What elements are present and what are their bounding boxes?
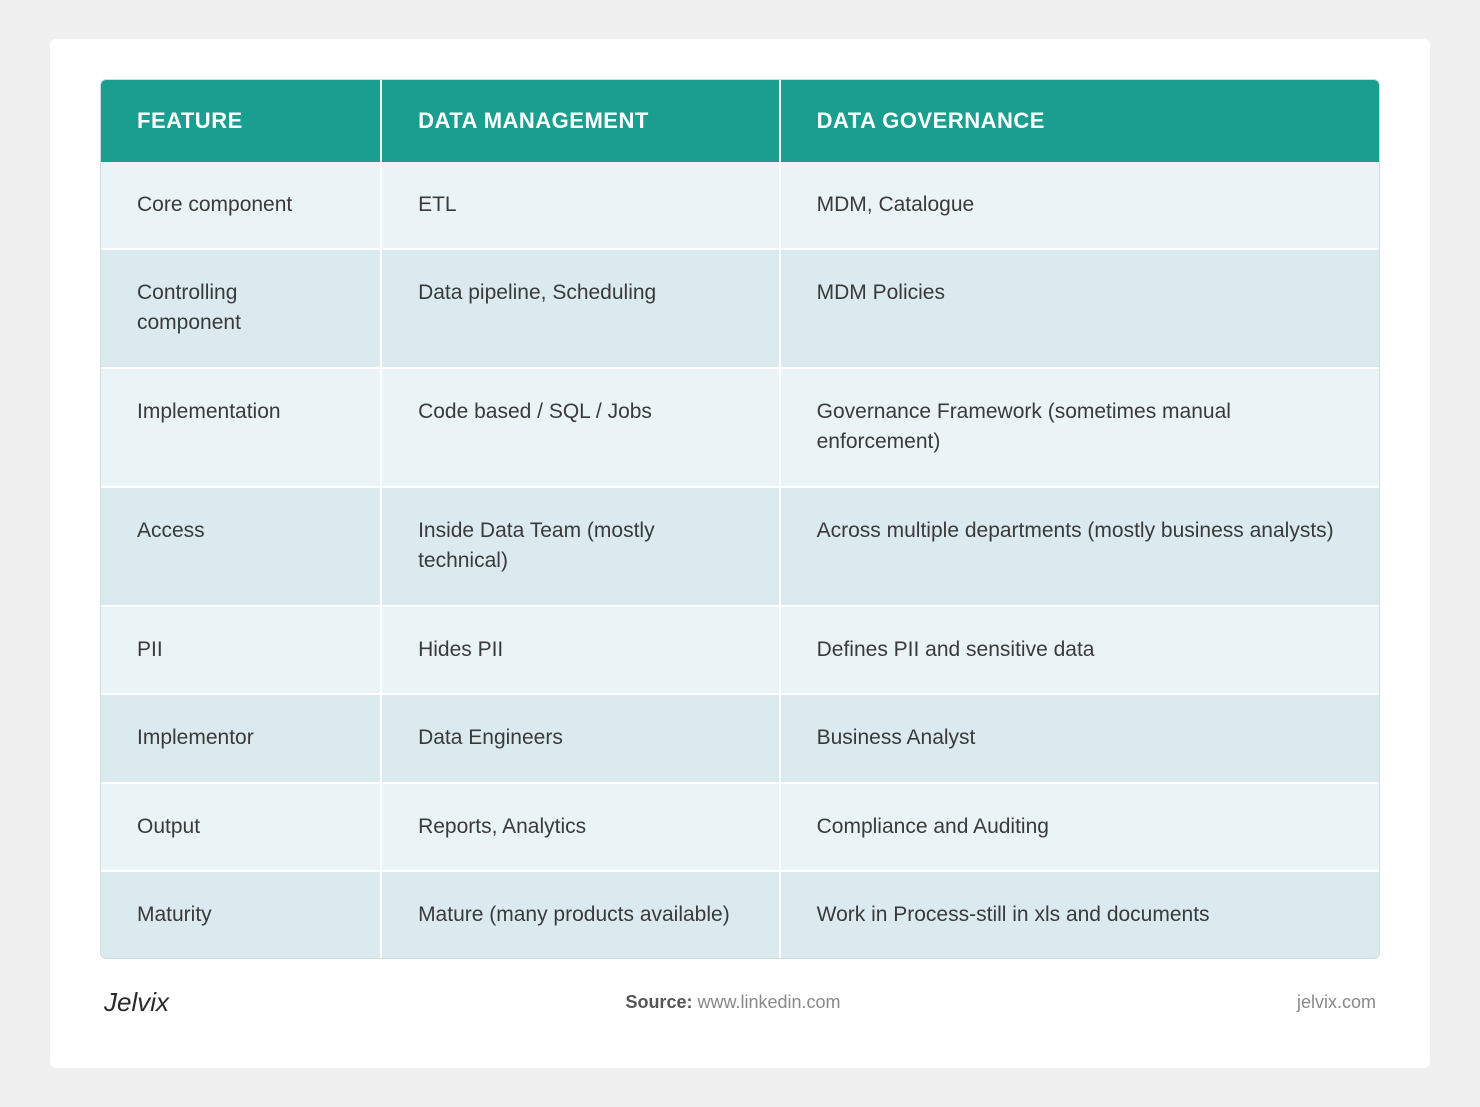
comparison-table: FEATURE DATA MANAGEMENT DATA GOVERNANCE … (101, 80, 1379, 959)
cell-data-governance: Work in Process-still in xls and documen… (780, 871, 1379, 958)
table-row: Controlling componentData pipeline, Sche… (101, 249, 1379, 368)
table-header: FEATURE DATA MANAGEMENT DATA GOVERNANCE (101, 80, 1379, 162)
table-row: AccessInside Data Team (mostly technical… (101, 487, 1379, 606)
table-row: ImplementorData EngineersBusiness Analys… (101, 694, 1379, 782)
header-data-management: DATA MANAGEMENT (381, 80, 780, 162)
table-row: MaturityMature (many products available)… (101, 871, 1379, 958)
cell-data-management: Mature (many products available) (381, 871, 780, 958)
cell-data-governance: Governance Framework (sometimes manual e… (780, 368, 1379, 487)
cell-feature: Controlling component (101, 249, 381, 368)
cell-data-governance: MDM Policies (780, 249, 1379, 368)
header-row: FEATURE DATA MANAGEMENT DATA GOVERNANCE (101, 80, 1379, 162)
footer-website: jelvix.com (1297, 992, 1376, 1013)
cell-data-governance: Across multiple departments (mostly busi… (780, 487, 1379, 606)
footer-source: Source: www.linkedin.com (625, 992, 840, 1013)
cell-data-governance: Compliance and Auditing (780, 783, 1379, 871)
table-row: OutputReports, AnalyticsCompliance and A… (101, 783, 1379, 871)
cell-data-management: Hides PII (381, 606, 780, 694)
cell-data-governance: Defines PII and sensitive data (780, 606, 1379, 694)
page-wrapper: FEATURE DATA MANAGEMENT DATA GOVERNANCE … (50, 39, 1430, 1069)
cell-feature: Maturity (101, 871, 381, 958)
table-row: Core componentETLMDM, Catalogue (101, 162, 1379, 249)
footer: Jelvix Source: www.linkedin.com jelvix.c… (100, 987, 1380, 1018)
comparison-table-container: FEATURE DATA MANAGEMENT DATA GOVERNANCE … (100, 79, 1380, 960)
cell-feature: Access (101, 487, 381, 606)
cell-feature: PII (101, 606, 381, 694)
cell-data-governance: Business Analyst (780, 694, 1379, 782)
cell-data-governance: MDM, Catalogue (780, 162, 1379, 249)
source-label: Source: (625, 992, 692, 1012)
cell-data-management: Data Engineers (381, 694, 780, 782)
header-data-governance: DATA GOVERNANCE (780, 80, 1379, 162)
table-row: PIIHides PIIDefines PII and sensitive da… (101, 606, 1379, 694)
table-body: Core componentETLMDM, CatalogueControlli… (101, 162, 1379, 959)
source-url: www.linkedin.com (697, 992, 840, 1012)
brand-logo: Jelvix (104, 987, 169, 1018)
cell-feature: Implementation (101, 368, 381, 487)
cell-data-management: Data pipeline, Scheduling (381, 249, 780, 368)
cell-data-management: Reports, Analytics (381, 783, 780, 871)
cell-data-management: ETL (381, 162, 780, 249)
cell-feature: Core component (101, 162, 381, 249)
cell-data-management: Inside Data Team (mostly technical) (381, 487, 780, 606)
cell-feature: Implementor (101, 694, 381, 782)
cell-data-management: Code based / SQL / Jobs (381, 368, 780, 487)
cell-feature: Output (101, 783, 381, 871)
header-feature: FEATURE (101, 80, 381, 162)
table-row: ImplementationCode based / SQL / JobsGov… (101, 368, 1379, 487)
